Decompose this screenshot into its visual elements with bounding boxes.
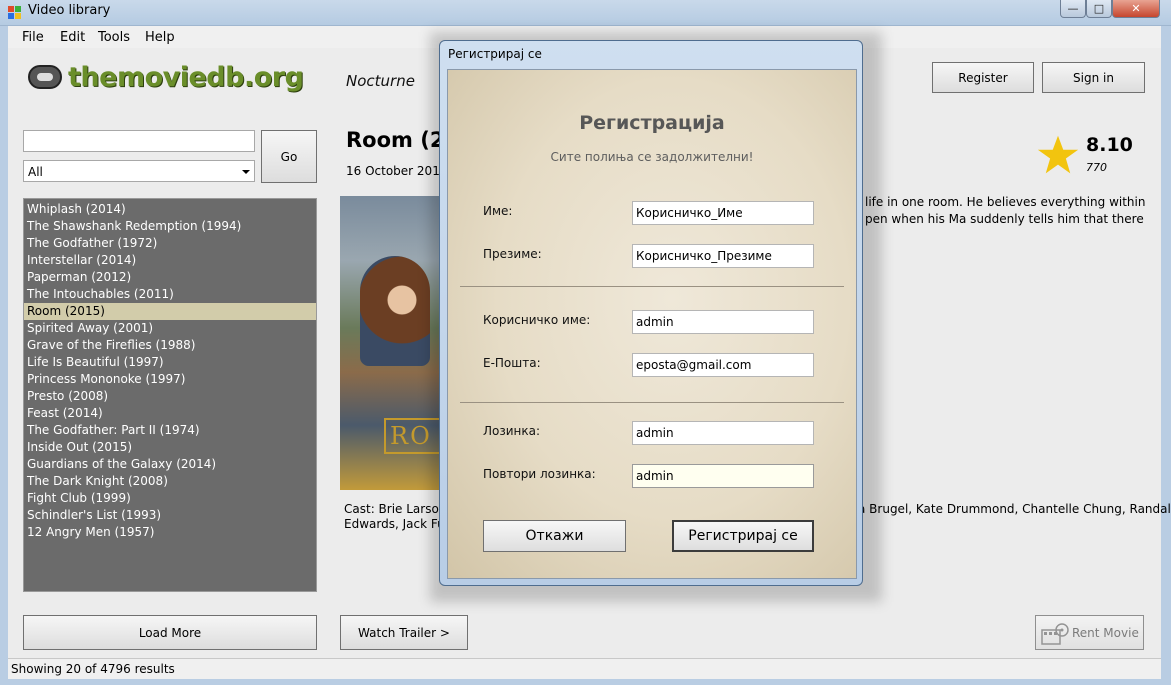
list-item[interactable]: Inside Out (2015) bbox=[24, 439, 316, 456]
window-title: Video library bbox=[28, 3, 111, 18]
plot-line-1: life in one room. He believes everything… bbox=[865, 195, 1146, 209]
filter-select[interactable]: All bbox=[23, 160, 255, 182]
plot-line-2: pen when his Ma suddenly tells him that … bbox=[865, 212, 1144, 226]
email-field[interactable]: eposta@gmail.com bbox=[632, 353, 814, 377]
maximize-button[interactable]: □ bbox=[1086, 0, 1112, 18]
submit-register-button[interactable]: Регистрирај се bbox=[672, 520, 814, 552]
username-field[interactable]: admin bbox=[632, 310, 814, 334]
movie-vote-count: 770 bbox=[1086, 161, 1107, 174]
dialog-title: Регистрирај се bbox=[448, 47, 542, 61]
signin-button-label: Sign in bbox=[1073, 70, 1114, 85]
list-item[interactable]: Fight Club (1999) bbox=[24, 490, 316, 507]
window-frame-right bbox=[1161, 26, 1171, 685]
film-reel-icon bbox=[1041, 623, 1069, 645]
list-item[interactable]: Presto (2008) bbox=[24, 388, 316, 405]
poster-figure bbox=[360, 256, 430, 366]
movie-rating: 8.10 bbox=[1086, 134, 1133, 156]
close-button[interactable]: ✕ bbox=[1112, 0, 1160, 18]
list-item[interactable]: Spirited Away (2001) bbox=[24, 320, 316, 337]
last-name-label: Презиме: bbox=[483, 247, 542, 261]
register-button[interactable]: Register bbox=[932, 62, 1034, 93]
status-bar: Showing 20 of 4796 results bbox=[8, 658, 1161, 679]
minimize-button[interactable]: — bbox=[1060, 0, 1086, 18]
register-dialog: Регистрирај се Регистрација Сите полиња … bbox=[439, 40, 863, 586]
list-item[interactable]: Feast (2014) bbox=[24, 405, 316, 422]
last-name-field[interactable]: Корисничко_Презиме bbox=[632, 244, 814, 268]
load-more-label: Load More bbox=[138, 625, 202, 640]
dialog-subtitle: Сите полиња се задолжителни! bbox=[550, 150, 754, 164]
list-item[interactable]: The Shawshank Redemption (1994) bbox=[24, 218, 316, 235]
dialog-body: Регистрација Сите полиња се задолжителни… bbox=[447, 69, 857, 579]
password-field[interactable]: admin bbox=[632, 421, 814, 445]
search-input[interactable] bbox=[23, 130, 255, 152]
movie-plot: life in one room. He believes everything… bbox=[865, 194, 1155, 228]
list-item[interactable]: 12 Angry Men (1957) bbox=[24, 524, 316, 541]
list-item[interactable]: The Godfather (1972) bbox=[24, 235, 316, 252]
window-frame-bottom bbox=[0, 679, 1171, 685]
list-item[interactable]: Paperman (2012) bbox=[24, 269, 316, 286]
go-button[interactable]: Go bbox=[261, 130, 317, 183]
separator-1 bbox=[460, 286, 844, 287]
dialog-heading: Регистрација bbox=[579, 112, 725, 134]
list-item[interactable]: Princess Mononoke (1997) bbox=[24, 371, 316, 388]
separator-2 bbox=[460, 402, 844, 403]
logo-bubble-icon bbox=[28, 65, 62, 89]
list-item[interactable]: Life Is Beautiful (1997) bbox=[24, 354, 316, 371]
watch-trailer-button[interactable]: Watch Trailer > bbox=[340, 615, 468, 650]
password-label: Лозинка: bbox=[483, 424, 541, 438]
list-item[interactable]: Schindler's List (1993) bbox=[24, 507, 316, 524]
list-item[interactable]: Guardians of the Galaxy (2014) bbox=[24, 456, 316, 473]
movie-list[interactable]: Whiplash (2014) The Shawshank Redemption … bbox=[23, 198, 317, 592]
logo-text: themoviedb.org bbox=[68, 62, 304, 93]
list-item[interactable]: Room (2015) bbox=[24, 303, 316, 320]
filter-selected-value: All bbox=[28, 165, 43, 179]
cancel-button[interactable]: Откажи bbox=[483, 520, 626, 552]
cast-line-right-1: a Brugel, Kate Drummond, Chantelle Chung… bbox=[858, 502, 1171, 516]
signin-button[interactable]: Sign in bbox=[1042, 62, 1145, 93]
menu-help[interactable]: Help bbox=[145, 30, 175, 45]
list-item[interactable]: Grave of the Fireflies (1988) bbox=[24, 337, 316, 354]
app-icon bbox=[8, 6, 22, 19]
current-username: Nocturne bbox=[346, 72, 415, 90]
list-item[interactable]: The Intouchables (2011) bbox=[24, 286, 316, 303]
list-item[interactable]: Interstellar (2014) bbox=[24, 252, 316, 269]
movie-poster: RO bbox=[340, 196, 440, 490]
menu-tools[interactable]: Tools bbox=[98, 30, 130, 45]
list-item[interactable]: The Godfather: Part II (1974) bbox=[24, 422, 316, 439]
window-frame-left bbox=[0, 26, 8, 685]
status-text: Showing 20 of 4796 results bbox=[11, 662, 175, 676]
go-button-label: Go bbox=[280, 149, 298, 164]
chevron-down-icon bbox=[242, 170, 250, 174]
repeat-password-field[interactable]: admin bbox=[632, 464, 814, 488]
rent-movie-button[interactable]: Rent Movie bbox=[1035, 615, 1144, 650]
list-item[interactable]: Whiplash (2014) bbox=[24, 201, 316, 218]
list-item[interactable]: The Dark Knight (2008) bbox=[24, 473, 316, 490]
repeat-password-label: Повтори лозинка: bbox=[483, 467, 596, 481]
menu-file[interactable]: File bbox=[22, 30, 44, 45]
menu-edit[interactable]: Edit bbox=[60, 30, 85, 45]
first-name-label: Име: bbox=[483, 204, 513, 218]
load-more-button[interactable]: Load More bbox=[23, 615, 317, 650]
star-icon bbox=[1037, 135, 1079, 174]
register-button-label: Register bbox=[958, 70, 1008, 85]
movie-cast-right: a Brugel, Kate Drummond, Chantelle Chung… bbox=[858, 502, 1171, 517]
username-label: Корисничко име: bbox=[483, 313, 591, 327]
title-bar: Video library — □ ✕ bbox=[0, 0, 1171, 26]
rent-movie-label: Rent Movie bbox=[1072, 625, 1139, 640]
email-label: Е-Пошта: bbox=[483, 356, 541, 370]
first-name-field[interactable]: Корисничко_Име bbox=[632, 201, 814, 225]
watch-trailer-label: Watch Trailer > bbox=[358, 625, 450, 640]
